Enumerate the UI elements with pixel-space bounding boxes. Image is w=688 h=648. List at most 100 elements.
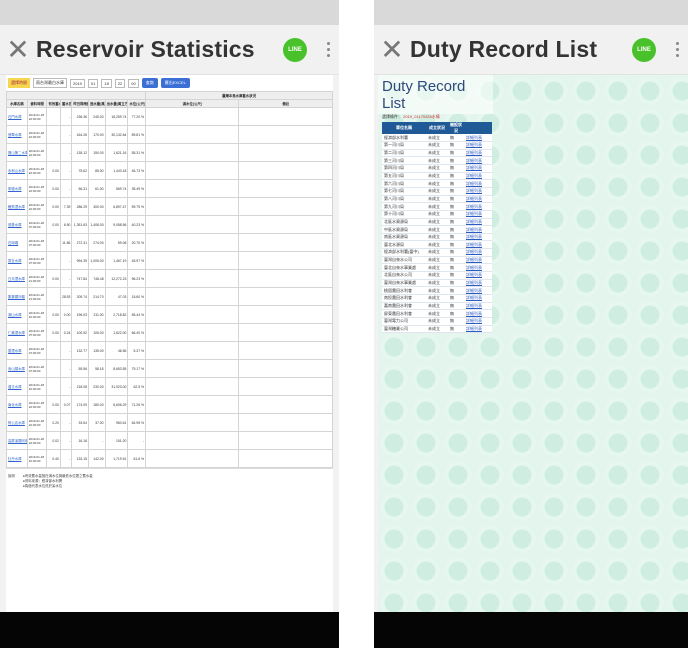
status-cell: 未成立 <box>426 294 448 303</box>
detail-link[interactable]: 詳細列表 <box>464 240 492 250</box>
detail-link[interactable]: 詳細列表 <box>464 302 492 311</box>
reservoir-link[interactable]: 鯉魚潭水庫 <box>6 197 28 216</box>
column-header: 成立狀況 <box>426 122 448 134</box>
page-title: Reservoir Statistics <box>36 36 255 62</box>
detail-link[interactable]: 詳細列表 <box>464 134 492 143</box>
open-cell: 無 <box>448 286 464 295</box>
table-cell <box>145 323 240 342</box>
reservoir-link[interactable]: 南化水庫 <box>6 395 28 414</box>
status-cell: 未成立 <box>426 134 448 143</box>
table-cell <box>145 161 240 180</box>
detail-link[interactable]: 詳細列表 <box>464 218 492 227</box>
open-cell: 無 <box>448 279 464 288</box>
detail-link[interactable]: 詳細列表 <box>464 156 492 166</box>
detail-link[interactable]: 詳細列表 <box>464 202 492 211</box>
status-cell: 未成立 <box>426 225 448 234</box>
column-header: 有效蓄水量(萬立方公尺) <box>46 99 61 108</box>
open-cell: 無 <box>448 271 464 280</box>
reservoir-link[interactable]: 集集攔河堰 <box>6 287 28 306</box>
unit-name: 第三河川局 <box>382 156 426 166</box>
unit-name: 第十河川局 <box>382 210 426 219</box>
detail-link[interactable]: 詳細列表 <box>464 248 492 257</box>
detail-link[interactable]: 詳細列表 <box>464 317 492 326</box>
reservoir-link[interactable]: 永和山水庫 <box>6 161 28 180</box>
table-cell: 8,653.55 <box>104 359 129 378</box>
reservoir-link[interactable]: 德基水庫 <box>6 215 28 234</box>
table-cell: 61.00 <box>87 179 106 198</box>
detail-link[interactable]: 詳細列表 <box>464 263 492 273</box>
year-select[interactable]: 2019 <box>70 78 85 88</box>
reservoir-link[interactable]: 曾文水庫 <box>6 377 28 396</box>
table-cell: - <box>59 359 73 378</box>
detail-link[interactable]: 詳細列表 <box>464 309 492 318</box>
detail-link[interactable]: 詳細列表 <box>464 279 492 288</box>
condition-label: 選擇條件： <box>382 114 402 119</box>
detail-link[interactable]: 詳細列表 <box>464 164 492 173</box>
detail-link[interactable]: 詳細列表 <box>464 187 492 196</box>
open-cell: 無 <box>448 302 464 311</box>
table-cell <box>145 143 240 162</box>
reservoir-link[interactable]: 湖山水庫 <box>6 305 28 324</box>
detail-link[interactable]: 詳細列表 <box>464 325 492 334</box>
open-cell: 無 <box>448 325 464 334</box>
reservoir-link[interactable]: 阿公店水庫 <box>6 413 28 432</box>
export-button[interactable]: 匯出EXCEL <box>160 78 190 88</box>
detail-link[interactable]: 詳細列表 <box>464 179 492 188</box>
reservoir-link[interactable]: 寶山第二水庫 <box>6 143 28 162</box>
table-cell <box>46 359 61 378</box>
table-cell: 0.00 <box>46 323 61 342</box>
table-cell <box>46 233 61 252</box>
line-share-icon[interactable]: LINE <box>283 37 307 62</box>
query-button[interactable]: 查詢 <box>141 78 158 88</box>
reservoir-link[interactable]: 蘭潭水庫 <box>6 341 28 360</box>
reservoir-link[interactable]: 高屏溪攔河堰 <box>6 431 28 450</box>
table-cell <box>145 269 240 288</box>
month-select[interactable]: 01 <box>87 78 99 88</box>
reservoir-link[interactable]: 烏山頭水庫 <box>6 359 28 378</box>
table-cell: 6,897.47 <box>104 197 129 216</box>
status-cell: 未成立 <box>426 202 448 211</box>
table-cell: 55.56 <box>71 359 89 378</box>
reservoir-link[interactable]: 石門水庫 <box>6 107 28 126</box>
detail-link[interactable]: 詳細列表 <box>464 141 492 150</box>
more-menu-icon[interactable] <box>317 42 339 57</box>
line-share-icon[interactable]: LINE <box>632 37 656 62</box>
more-menu-icon[interactable] <box>666 42 688 57</box>
detail-link[interactable]: 詳細列表 <box>464 210 492 219</box>
reservoir-link[interactable]: 石岡壩 <box>6 233 28 252</box>
hour-select[interactable]: 22 <box>114 78 126 88</box>
table-row: 第四河川局 未成立無詳細列表 <box>382 164 492 173</box>
reservoir-link[interactable]: 翡翠水庫 <box>6 125 28 144</box>
reservoir-link[interactable]: 霧社水庫 <box>6 251 28 270</box>
detail-link[interactable]: 詳細列表 <box>464 195 492 204</box>
detail-link[interactable]: 詳細列表 <box>464 271 492 280</box>
reservoir-link[interactable]: 牡丹水庫 <box>6 449 28 468</box>
detail-link[interactable]: 詳細列表 <box>464 172 492 181</box>
close-icon[interactable]: ✕ <box>374 33 410 66</box>
detail-link[interactable]: 詳細列表 <box>464 233 492 242</box>
reservoir-link[interactable]: 明德水庫 <box>6 179 28 198</box>
table-row: 第九河川局 未成立無詳細列表 <box>382 202 492 211</box>
detail-link[interactable]: 詳細列表 <box>464 149 492 158</box>
close-icon[interactable]: ✕ <box>0 33 36 66</box>
minute-select[interactable]: 00 <box>128 78 139 88</box>
table-cell: 286.29 <box>71 197 89 216</box>
column-header: 開設狀況 <box>448 122 464 134</box>
table-cell: 747.84 <box>71 269 89 288</box>
detail-link[interactable]: 詳細列表 <box>464 286 492 295</box>
detail-link[interactable]: 詳細列表 <box>464 225 492 234</box>
detail-link[interactable]: 詳細列表 <box>464 294 492 303</box>
status-cell: 未成立 <box>426 325 448 334</box>
column-header: 出水量(萬立方公尺) <box>104 99 129 108</box>
reservoir-link[interactable]: 日月潭水庫 <box>6 269 28 288</box>
status-cell: 未成立 <box>426 248 448 257</box>
column-header: 滿水位(公尺) <box>145 99 240 108</box>
data-time: 2019-01-18 22:00:00 <box>26 395 48 414</box>
detail-link[interactable]: 詳細列表 <box>464 256 492 265</box>
reservoir-link[interactable]: 仁義潭水庫 <box>6 323 28 342</box>
column-header: 昨日降雨量(mm) <box>71 99 89 108</box>
day-select[interactable]: 18 <box>101 78 112 88</box>
status-cell: 未成立 <box>426 195 448 204</box>
table-cell: 1,408.00 <box>87 215 106 234</box>
reservoir-select[interactable]: 雨台灣最白水庫 <box>33 78 67 88</box>
